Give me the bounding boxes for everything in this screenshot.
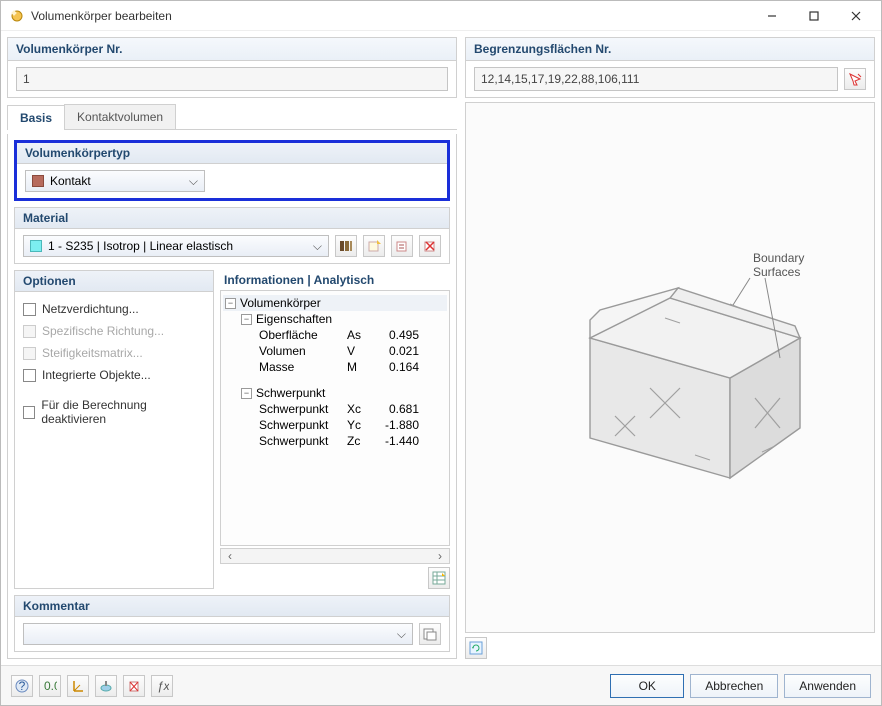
chevron-down-icon: ⌵: [189, 174, 198, 189]
svg-text:ƒx: ƒx: [157, 679, 169, 693]
solid-type-value: Kontakt: [50, 174, 91, 188]
option-specific-direction: Spezifische Richtung...: [23, 320, 205, 342]
tree-surface-area: OberflächeAs0.495: [223, 327, 447, 343]
tree-centroid[interactable]: −Schwerpunkt: [223, 385, 447, 401]
material-swatch-icon: [30, 240, 42, 252]
scroll-left-icon[interactable]: ‹: [223, 549, 237, 563]
material-group: Material 1 - S235 | Isotrop | Linear ela…: [14, 207, 450, 264]
left-column: Volumenkörper Nr. Basis Kontaktvolumen V…: [7, 37, 457, 659]
boundary-surfaces-label: Begrenzungsflächen Nr.: [466, 38, 874, 61]
delete-toolbar-button[interactable]: [123, 675, 145, 697]
svg-text:Boundary: Boundary: [753, 251, 804, 265]
tab-basis[interactable]: Basis: [7, 105, 65, 130]
checkbox-icon[interactable]: [23, 303, 36, 316]
preview-refresh-button[interactable]: [465, 637, 487, 659]
checkbox-icon[interactable]: [23, 369, 36, 382]
option-mesh-refinement[interactable]: Netzverdichtung...: [23, 298, 205, 320]
options-info-split: Optionen Netzverdichtung... Spezifische …: [14, 270, 450, 589]
option-stiffness-matrix: Steifigkeitsmatrix...: [23, 342, 205, 364]
window-title: Volumenkörper bearbeiten: [31, 9, 751, 23]
coord-button[interactable]: [67, 675, 89, 697]
material-new-button[interactable]: [363, 235, 385, 257]
ok-button[interactable]: OK: [610, 674, 684, 698]
collapse-icon[interactable]: −: [241, 314, 252, 325]
render-button[interactable]: [95, 675, 117, 697]
function-button[interactable]: ƒx: [151, 675, 173, 697]
tree-mass: MasseM0.164: [223, 359, 447, 375]
solid-type-swatch-icon: [32, 175, 44, 187]
solid-type-dropdown[interactable]: Kontakt ⌵: [25, 170, 205, 192]
right-column: Begrenzungsflächen Nr.: [465, 37, 875, 659]
solid-number-group: Volumenkörper Nr.: [7, 37, 457, 98]
options-label: Optionen: [15, 271, 213, 292]
option-integrated-objects[interactable]: Integrierte Objekte...: [23, 364, 205, 386]
checkbox-icon: [23, 325, 36, 338]
maximize-button[interactable]: [793, 2, 835, 30]
options-group: Optionen Netzverdichtung... Spezifische …: [14, 270, 214, 589]
comment-pick-button[interactable]: [419, 623, 441, 645]
minimize-button[interactable]: [751, 2, 793, 30]
solid-number-input[interactable]: [16, 67, 448, 91]
comment-dropdown[interactable]: ⌵: [23, 623, 413, 645]
close-button[interactable]: [835, 2, 877, 30]
comment-group: Kommentar ⌵: [14, 595, 450, 652]
units-button[interactable]: 0.00: [39, 675, 61, 697]
basis-panel: Volumenkörpertyp Kontakt ⌵ Material: [7, 134, 457, 659]
material-label: Material: [15, 208, 449, 229]
tree-centroid-y: SchwerpunktYc-1.880: [223, 417, 447, 433]
checkbox-icon: [23, 347, 36, 360]
info-horizontal-scrollbar[interactable]: ‹ ›: [220, 548, 450, 564]
tabstrip: Basis Kontaktvolumen: [7, 104, 457, 130]
solid-type-group: Volumenkörpertyp Kontakt ⌵: [14, 140, 450, 201]
collapse-icon[interactable]: −: [241, 388, 252, 399]
titlebar: Volumenkörper bearbeiten: [1, 1, 881, 31]
boundary-surfaces-input[interactable]: [474, 67, 838, 91]
checkbox-icon[interactable]: [23, 406, 35, 419]
svg-text:?: ?: [19, 679, 26, 693]
option-deactivate-calc[interactable]: Für die Berechnung deaktivieren: [23, 394, 205, 430]
solid-type-label: Volumenkörpertyp: [17, 143, 447, 164]
dialog-window: Volumenkörper bearbeiten Volumenkörper N…: [0, 0, 882, 706]
solid-number-label: Volumenkörper Nr.: [8, 38, 456, 61]
chevron-down-icon: ⌵: [313, 239, 322, 254]
tree-centroid-z: SchwerpunktZc-1.440: [223, 433, 447, 449]
content-area: Volumenkörper Nr. Basis Kontaktvolumen V…: [1, 31, 881, 665]
boundary-surfaces-group: Begrenzungsflächen Nr.: [465, 37, 875, 98]
tree-properties[interactable]: −Eigenschaften: [223, 311, 447, 327]
tree-centroid-x: SchwerpunktXc0.681: [223, 401, 447, 417]
preview-image: Boundary Surfaces: [465, 102, 875, 633]
info-tree[interactable]: −Volumenkörper −Eigenschaften Oberfläche…: [220, 290, 450, 546]
material-dropdown[interactable]: 1 - S235 | Isotrop | Linear elastisch ⌵: [23, 235, 329, 257]
help-button[interactable]: ?: [11, 675, 33, 697]
footer: ? 0.00 ƒx OK Abbrechen Anwenden: [1, 665, 881, 705]
app-icon: [9, 8, 25, 24]
material-library-button[interactable]: [335, 235, 357, 257]
material-delete-button[interactable]: [419, 235, 441, 257]
tab-contact-volume[interactable]: Kontaktvolumen: [64, 104, 176, 129]
scroll-right-icon[interactable]: ›: [433, 549, 447, 563]
material-edit-button[interactable]: [391, 235, 413, 257]
comment-label: Kommentar: [15, 596, 449, 617]
collapse-icon[interactable]: −: [225, 298, 236, 309]
pick-surfaces-button[interactable]: [844, 68, 866, 90]
apply-button[interactable]: Anwenden: [784, 674, 871, 698]
solid-preview-icon: Boundary Surfaces: [500, 228, 840, 508]
tree-root[interactable]: −Volumenkörper: [223, 295, 447, 311]
material-value: 1 - S235 | Isotrop | Linear elastisch: [48, 239, 233, 253]
svg-text:0.00: 0.00: [44, 679, 57, 693]
tree-volume: VolumenV0.021: [223, 343, 447, 359]
info-label: Informationen | Analytisch: [220, 270, 450, 290]
cancel-button[interactable]: Abbrechen: [690, 674, 778, 698]
info-table-button[interactable]: [428, 567, 450, 589]
chevron-down-icon: ⌵: [397, 627, 406, 642]
info-group: Informationen | Analytisch −Volumenkörpe…: [220, 270, 450, 589]
svg-text:Surfaces: Surfaces: [753, 265, 800, 279]
